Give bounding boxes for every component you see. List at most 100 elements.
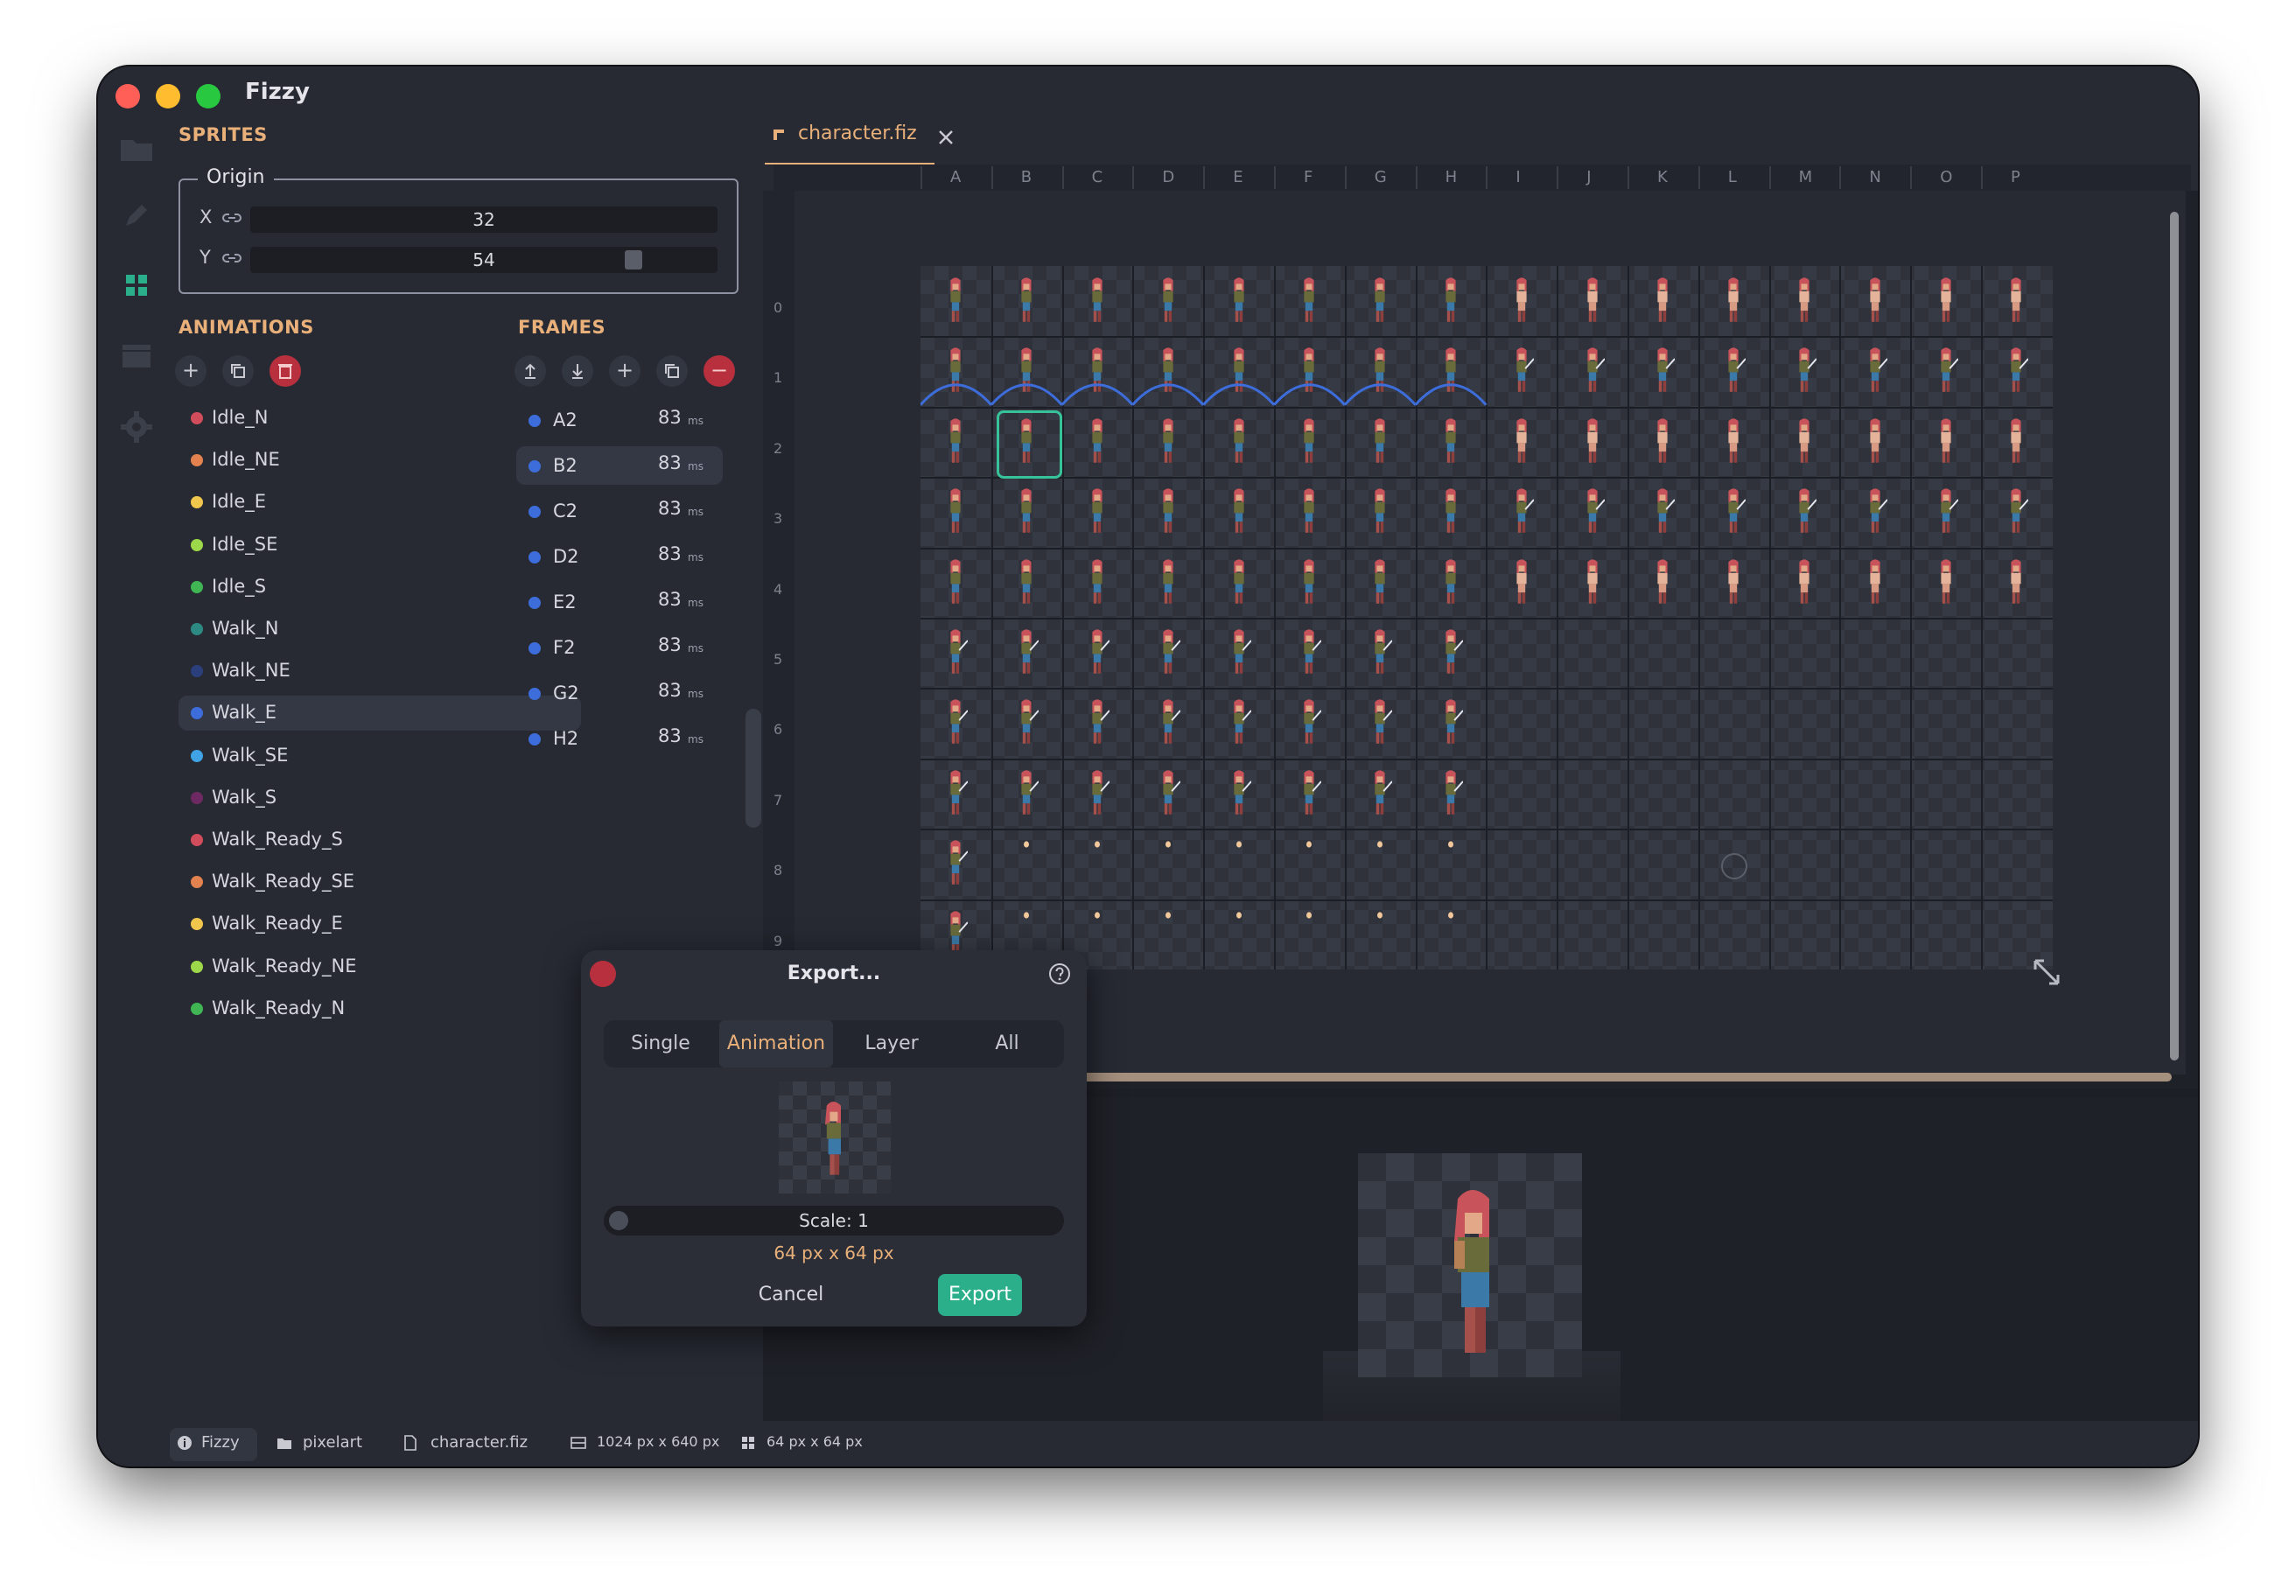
vertical-scrollbar[interactable] [2170,212,2179,1060]
frame-label: B2 [553,455,578,476]
row-ruler: 0 1 2 3 4 5 6 7 8 9 [763,191,794,1074]
frame-item[interactable]: F2 83 ms [516,628,723,667]
move-frame-up-button[interactable] [514,355,546,387]
help-icon[interactable] [1048,962,1071,985]
character-sprite [1516,347,1534,393]
tab-layer[interactable]: Layer [835,1020,948,1068]
layers-icon[interactable] [117,336,156,374]
animation-item[interactable]: Walk_Ready_S [178,822,581,858]
frame-item[interactable]: B2 83 ms [516,446,723,485]
character-sprite [1233,347,1244,393]
export-mode-tabs: Single Animation Layer All [604,1020,1064,1068]
frame-item[interactable]: E2 83 ms [516,583,723,621]
sidebar-resize-handle[interactable] [746,709,761,828]
x-value: 32 [472,209,495,230]
frame-item[interactable]: H2 83 ms [516,719,723,758]
grid-icon[interactable] [117,266,156,304]
origin-label: Origin [198,166,274,188]
character-sprite [1516,558,1527,604]
character-sprite [1799,347,1816,393]
character-sprite [1163,699,1180,745]
animation-color-dot [191,876,203,889]
grid-line [920,618,2053,620]
move-frame-down-button[interactable] [562,355,593,387]
link-icon[interactable] [222,210,242,226]
animation-item[interactable]: Walk_Ready_N [178,991,581,1026]
x-slider[interactable]: 32 [250,206,718,233]
animation-color-dot [191,454,203,467]
y-slider[interactable]: 54 [250,247,718,273]
character-sprite [1446,558,1456,604]
character-sprite [1233,558,1244,604]
frame-duration: 83 [658,634,682,655]
y-slider-knob[interactable] [625,250,642,270]
tab-all[interactable]: All [950,1020,1064,1068]
cancel-button[interactable]: Cancel [738,1274,844,1316]
scale-slider[interactable]: Scale: 1 [604,1206,1064,1236]
animation-label: Idle_S [212,575,267,597]
character-sprite-thumbnail [825,1102,841,1175]
character-sprite [2011,347,2029,393]
animation-color-dot [191,580,203,593]
frame-item[interactable]: D2 83 ms [516,537,723,576]
animation-item[interactable]: Walk_Ready_E [178,906,581,942]
character-sprite [1940,558,1951,604]
editor-tab-label[interactable]: character.fiz [798,122,917,144]
ruler-tick [990,166,993,189]
pencil-icon[interactable] [117,198,156,236]
grid-line [920,477,2053,480]
character-sprite [1233,488,1244,533]
status-file: character.fiz [430,1433,528,1452]
ruler-tick [1486,166,1488,189]
add-frame-button[interactable]: + [609,355,640,387]
file-icon [774,130,784,140]
tab-single[interactable]: Single [604,1020,718,1068]
animation-item[interactable]: Walk_S [178,780,581,816]
character-sprite [1021,277,1032,322]
animation-item[interactable]: Walk_Ready_SE [178,864,581,900]
maximize-window-button[interactable] [196,84,220,108]
grid-line [920,406,2053,409]
x-label: X [200,206,213,228]
ruler-tick [1628,166,1629,189]
link-icon[interactable] [222,250,242,266]
export-button[interactable]: Export [938,1274,1022,1316]
duplicate-animation-button[interactable] [222,355,254,387]
frame-item[interactable]: A2 83 ms [516,401,723,439]
scale-label: Scale: 1 [799,1210,869,1231]
sprite-sheet[interactable] [920,266,2053,970]
minimize-window-button[interactable] [156,84,180,108]
animation-item[interactable]: Walk_Ready_NE [178,949,581,984]
frame-label: G2 [553,682,579,704]
character-sprite [1092,277,1102,322]
frame-color-dot [528,733,541,746]
ruler-tick [1839,166,1842,189]
character-sprite [1021,558,1032,604]
tab-animation[interactable]: Animation [719,1020,833,1068]
character-sprite [1233,770,1251,815]
delete-animation-button[interactable] [270,355,301,387]
folder-icon[interactable] [117,130,156,168]
character-sprite [1728,418,1739,463]
duplicate-frame-button[interactable] [656,355,688,387]
character-sprite [1304,699,1322,745]
remove-frame-button[interactable]: − [704,355,735,387]
character-sprite [1233,699,1251,745]
status-app: Fizzy [201,1433,240,1452]
sprites-heading: SPRITES [178,124,268,145]
close-icon[interactable] [936,128,956,147]
character-sprite [1940,347,1958,393]
add-animation-button[interactable]: + [175,355,206,387]
gear-icon[interactable] [117,408,156,446]
frame-item[interactable]: C2 83 ms [516,492,723,530]
horizontal-scrollbar[interactable] [1078,1073,2172,1082]
cursor-indicator [1720,853,1747,880]
column-label: P [2011,168,2020,186]
column-label: K [1657,168,1668,186]
ruler-tick [1274,166,1276,189]
character-sprite [1163,770,1180,815]
frame-item[interactable]: G2 83 ms [516,674,723,712]
resize-icon[interactable] [2032,957,2062,987]
close-window-button[interactable] [116,84,140,108]
origin-group: Origin X 32 Y 54 [178,166,738,294]
